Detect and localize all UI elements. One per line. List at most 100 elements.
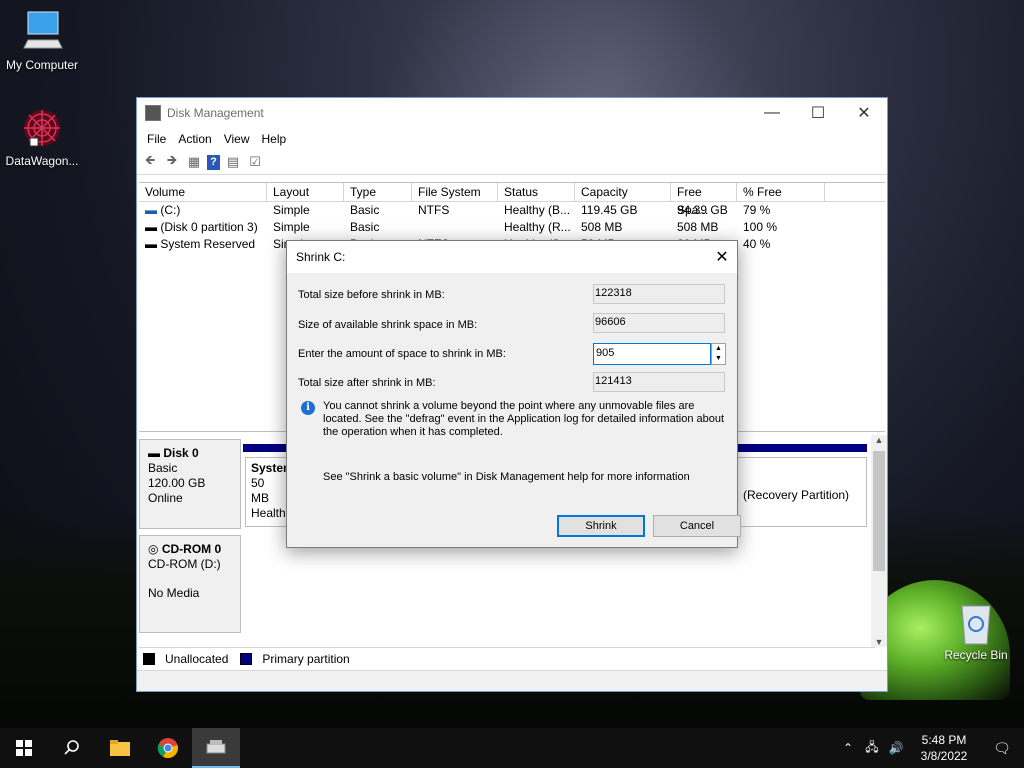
- total-before-label: Total size before shrink in MB:: [298, 289, 445, 301]
- scroll-thumb[interactable]: [873, 451, 885, 571]
- table-cell: Simple: [273, 220, 310, 234]
- search-button[interactable]: [48, 728, 96, 768]
- volume-icon[interactable]: 🔊: [884, 741, 908, 755]
- close-button[interactable]: ✕: [841, 98, 887, 128]
- menu-view[interactable]: View: [218, 132, 256, 146]
- column-header[interactable]: Volume: [139, 183, 267, 201]
- available-space-field: 96606: [593, 313, 725, 333]
- menu-action[interactable]: Action: [172, 132, 217, 146]
- dialog-titlebar[interactable]: Shrink C: ✕: [287, 241, 737, 273]
- table-row[interactable]: ▬ (C:) Simple Basic NTFS Healthy (B... 1…: [139, 202, 885, 219]
- column-header[interactable]: Capacity: [575, 183, 671, 201]
- desktop-icon-recycle-bin[interactable]: Recycle Bin: [934, 600, 1018, 662]
- column-header[interactable]: Layout: [267, 183, 344, 201]
- clock-date: 3/8/2022: [920, 749, 968, 763]
- table-cell: NTFS: [418, 203, 450, 217]
- menu-file[interactable]: File: [141, 132, 172, 146]
- taskbar: ⌃ 🖧 🔊 5:48 PM 3/8/2022 🗨: [0, 728, 1024, 768]
- legend-unallocated: Unallocated: [165, 652, 229, 666]
- table-row[interactable]: ▬ (Disk 0 partition 3) Simple Basic Heal…: [139, 219, 885, 236]
- menu-bar: File Action View Help: [137, 128, 887, 150]
- table-cell: Basic: [350, 203, 380, 217]
- chrome-icon: [157, 738, 178, 759]
- available-space-label: Size of available shrink space in MB:: [298, 319, 478, 331]
- window-title: Disk Management: [167, 106, 264, 120]
- shrink-dialog: Shrink C: ✕ Total size before shrink in …: [286, 240, 741, 548]
- desktop-icon-label: My Computer: [5, 58, 79, 72]
- disk-size: 120.00 GB: [148, 476, 206, 490]
- table-cell: 100 %: [743, 220, 778, 234]
- desktop-icon-datawagon[interactable]: DataWagon...: [0, 106, 84, 168]
- chevron-up-icon[interactable]: ⌃: [836, 741, 860, 755]
- column-header[interactable]: % Free: [737, 183, 825, 201]
- table-cell: Basic: [350, 220, 380, 234]
- scroll-up-icon[interactable]: ▲: [871, 435, 887, 445]
- info-message: You cannot shrink a volume beyond the po…: [323, 400, 725, 438]
- partition-recovery[interactable]: (Recovery Partition): [737, 457, 867, 527]
- forward-arrow-icon[interactable]: 🡺: [163, 152, 181, 170]
- properties-icon[interactable]: ▤: [224, 154, 242, 170]
- legend-primary: Primary partition: [262, 652, 350, 666]
- shrink-amount-input[interactable]: 905: [593, 343, 711, 365]
- drive-icon: ▬: [145, 237, 157, 251]
- maximize-button[interactable]: ☐: [795, 98, 841, 128]
- dialog-close-button[interactable]: ✕: [707, 247, 737, 267]
- spin-down-icon[interactable]: ▼: [712, 354, 725, 364]
- windows-logo-icon: [16, 740, 32, 756]
- help-message: See "Shrink a basic volume" in Disk Mana…: [323, 471, 690, 483]
- cdrom-media: No Media: [148, 586, 200, 600]
- primary-partition-swatch: [240, 653, 253, 665]
- partition-status: (Recovery Partition): [743, 488, 850, 502]
- start-button[interactable]: [0, 728, 48, 768]
- column-header[interactable]: Free Spa...: [671, 183, 737, 217]
- window-titlebar[interactable]: Disk Management — ☐ ✕: [137, 98, 887, 128]
- column-header[interactable]: Status: [498, 183, 575, 201]
- shrink-amount-label: Enter the amount of space to shrink in M…: [298, 348, 506, 360]
- partition-size: 50 MB: [251, 476, 269, 505]
- cdrom-label[interactable]: ◎ CD-ROM 0 CD-ROM (D:) No Media: [139, 535, 241, 633]
- clock-time: 5:48 PM: [921, 733, 967, 747]
- table-cell: Simple: [273, 203, 310, 217]
- desktop-icon-my-computer[interactable]: My Computer: [0, 10, 84, 72]
- network-icon[interactable]: 🖧: [860, 738, 884, 759]
- help-icon[interactable]: ?: [207, 154, 220, 170]
- cancel-button[interactable]: Cancel: [653, 515, 741, 537]
- graphical-view-scrollbar[interactable]: ▲ ▼: [871, 435, 887, 647]
- desktop-icon-label: DataWagon...: [5, 154, 79, 168]
- total-after-label: Total size after shrink in MB:: [298, 377, 436, 389]
- column-header[interactable]: File System: [412, 183, 498, 201]
- status-bar: [137, 670, 887, 691]
- table-cell: 119.45 GB: [581, 203, 638, 217]
- partition-status: Healthy: [251, 506, 292, 520]
- desktop-icon-label: Recycle Bin: [944, 648, 1008, 662]
- drive-icon: ▬: [145, 203, 157, 217]
- menu-help[interactable]: Help: [256, 132, 293, 146]
- volume-cell: ▬ System Reserved: [145, 237, 256, 251]
- spin-up-icon[interactable]: ▲: [712, 344, 725, 354]
- taskbar-disk-management[interactable]: [192, 728, 240, 768]
- volume-cell: ▬ (Disk 0 partition 3): [145, 220, 258, 234]
- dialog-title: Shrink C:: [296, 250, 346, 264]
- taskbar-chrome[interactable]: [144, 728, 192, 768]
- scroll-down-icon[interactable]: ▼: [871, 637, 887, 647]
- back-arrow-icon[interactable]: 🡸: [141, 152, 159, 170]
- refresh-icon[interactable]: ☑: [246, 154, 264, 170]
- column-header[interactable]: Type: [344, 183, 412, 201]
- notification-icon[interactable]: 🗨: [980, 740, 1024, 757]
- disk0-label[interactable]: ▬ Disk 0 Basic 120.00 GB Online: [139, 439, 241, 529]
- cdrom-type: CD-ROM (D:): [148, 557, 221, 571]
- disk-state: Online: [148, 491, 183, 505]
- shrink-amount-stepper[interactable]: ▲ ▼: [711, 343, 726, 365]
- taskbar-file-explorer[interactable]: [96, 728, 144, 768]
- volume-list-header: Volume Layout Type File System Status Ca…: [139, 183, 885, 217]
- computer-monitor-icon: [18, 10, 66, 54]
- total-before-field: 122318: [593, 284, 725, 304]
- disk-icon: ▬: [148, 446, 160, 460]
- minimize-button[interactable]: —: [749, 98, 795, 128]
- legend: Unallocated Primary partition: [139, 647, 875, 670]
- table-cell: 508 MB: [581, 220, 623, 234]
- partition-system-reserved[interactable]: System 50 MB Healthy: [245, 457, 294, 527]
- shrink-button[interactable]: Shrink: [557, 515, 645, 537]
- clock[interactable]: 5:48 PM 3/8/2022: [908, 732, 980, 764]
- console-tree-icon[interactable]: ▦: [185, 154, 203, 170]
